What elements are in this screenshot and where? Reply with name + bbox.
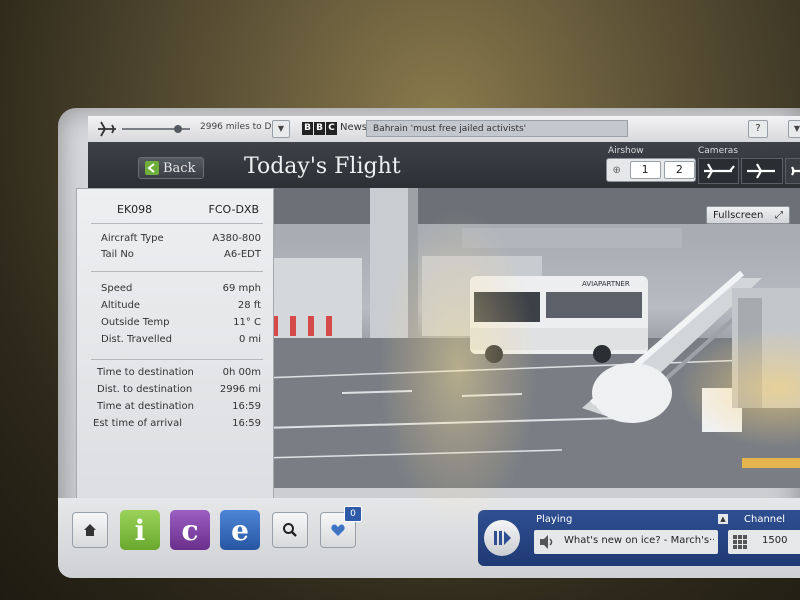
bbc-letter-b1: B: [302, 122, 313, 135]
airshow-view-1-button[interactable]: 1: [629, 161, 661, 179]
channel-dropdown[interactable]: ▲: [718, 514, 728, 524]
info-row: Dist. Travelled 0 mi: [77, 334, 273, 350]
track-info[interactable]: What's new on ice? - March's···: [534, 530, 718, 554]
info-value: 11° C: [233, 317, 261, 328]
plane-tail-camera-icon: [703, 163, 735, 179]
flight-number: EK098: [117, 203, 153, 216]
help-button[interactable]: ?: [748, 120, 768, 138]
airshow-view-2-button[interactable]: 2: [663, 161, 695, 179]
keypad-icon: [733, 535, 747, 549]
page-header: Back Today's Flight Airshow Cameras ⊕ 1 …: [88, 142, 800, 188]
ice-communications-button[interactable]: c: [170, 510, 210, 550]
expand-icon: ⤢: [775, 210, 783, 221]
info-row: Outside Temp 11° C: [77, 317, 273, 333]
camera-selector: [698, 158, 800, 184]
info-label: Tail No: [101, 249, 134, 260]
info-value: 16:59: [232, 418, 261, 429]
info-label: Altitude: [101, 300, 141, 311]
track-title: What's new on ice? - March's···: [564, 535, 714, 546]
fullscreen-label: Fullscreen: [713, 210, 764, 221]
camera-feed: AVIAPARTNER Fullscreen ⤢: [262, 188, 800, 488]
info-row: Time to destination 0h 00m: [77, 367, 273, 383]
home-icon: [84, 524, 96, 536]
info-value: 0 mi: [238, 334, 261, 345]
bottom-nav-bar: i c e 0 Playing What's new on ice? - Mar…: [58, 498, 800, 578]
back-arrow-icon: [145, 161, 159, 175]
divider: [91, 223, 263, 224]
playing-label: Playing: [536, 514, 573, 525]
camera-tail-button[interactable]: [698, 158, 740, 184]
info-row: Aircraft Type A380-800: [77, 233, 273, 249]
ice-info-button[interactable]: i: [120, 510, 160, 550]
play-pause-button[interactable]: [484, 520, 520, 556]
bus-label: AVIAPARTNER: [582, 280, 630, 288]
chevron-down-icon: ▼: [277, 124, 285, 133]
info-value: A380-800: [212, 233, 261, 244]
ice-entertainment-button[interactable]: e: [220, 510, 260, 550]
info-label: Est time of arrival: [93, 418, 182, 429]
now-playing-panel: Playing What's new on ice? - March's··· …: [478, 510, 800, 566]
info-value: 0h 00m: [222, 367, 261, 378]
info-value: 16:59: [232, 401, 261, 412]
bbc-letter-b2: B: [314, 122, 325, 135]
play-pause-icon: [494, 531, 511, 545]
heart-icon: [331, 524, 345, 536]
info-row: Speed 69 mph: [77, 283, 273, 299]
search-icon: [283, 523, 297, 537]
fullscreen-button[interactable]: Fullscreen ⤢: [706, 206, 790, 224]
flight-info-panel: EK098 FCO-DXB Aircraft Type A380-800 Tai…: [76, 188, 274, 520]
status-bar: 2996 miles to DXB ▼ BBC News Bahrain 'mu…: [88, 116, 800, 143]
info-label: Dist. Travelled: [101, 334, 172, 345]
info-row: Est time of arrival 16:59: [77, 418, 273, 434]
ife-screen: 2996 miles to DXB ▼ BBC News Bahrain 'mu…: [58, 108, 800, 578]
progress-marker: [174, 125, 182, 133]
channel-selector[interactable]: 1500: [728, 530, 800, 554]
camera-belly-button[interactable]: [741, 158, 783, 184]
info-label: Outside Temp: [101, 317, 170, 328]
lock-icon: ⊕: [612, 164, 621, 176]
flight-progress-bar: [122, 125, 190, 133]
info-row: Dist. to destination 2996 mi: [77, 384, 273, 400]
info-value: 69 mph: [222, 283, 261, 294]
airshow-label: Airshow: [608, 146, 644, 156]
flight-route: FCO-DXB: [208, 203, 260, 216]
divider: [91, 271, 263, 272]
info-label: Speed: [101, 283, 133, 294]
plane-belly-camera-icon: [746, 163, 775, 179]
info-row: Time at destination 16:59: [77, 401, 273, 417]
divider: [91, 359, 263, 360]
info-row: Tail No A6-EDT: [77, 249, 273, 265]
info-row: Altitude 28 ft: [77, 300, 273, 316]
chevron-down-icon: ▼: [793, 124, 800, 133]
channel-label: Channel: [744, 514, 786, 525]
info-label: Aircraft Type: [101, 233, 164, 244]
camera-feed-image: AVIAPARTNER: [262, 188, 800, 488]
back-label: Back: [163, 161, 196, 176]
news-label: News: [340, 122, 368, 133]
plane-icon: [98, 121, 116, 137]
flight-info-dropdown[interactable]: ▼: [272, 120, 290, 138]
speaker-icon: [540, 535, 553, 549]
camera-front-button[interactable]: [784, 158, 800, 184]
settings-dropdown[interactable]: ▼: [788, 120, 800, 138]
info-label: Time to destination: [97, 367, 194, 378]
chevron-up-icon: ▲: [720, 515, 726, 523]
bbc-logo: BBC: [302, 122, 337, 135]
bbc-letter-c: C: [326, 122, 337, 135]
news-ticker[interactable]: Bahrain 'must free jailed activists': [366, 120, 628, 137]
page-title: Today's Flight: [244, 154, 401, 179]
home-button[interactable]: [72, 512, 108, 548]
plane-front-camera-icon: [791, 166, 800, 176]
info-label: Time at destination: [97, 401, 194, 412]
search-button[interactable]: [272, 512, 308, 548]
favorites-count-badge: 0: [344, 506, 362, 522]
channel-number: 1500: [762, 535, 788, 546]
back-button[interactable]: Back: [138, 157, 204, 179]
info-value: 28 ft: [237, 300, 261, 311]
info-label: Dist. to destination: [97, 384, 193, 395]
info-value: 2996 mi: [219, 384, 261, 395]
airshow-view-selector: ⊕ 1 2: [606, 158, 696, 182]
info-value: A6-EDT: [224, 249, 261, 260]
cameras-label: Cameras: [698, 146, 739, 156]
